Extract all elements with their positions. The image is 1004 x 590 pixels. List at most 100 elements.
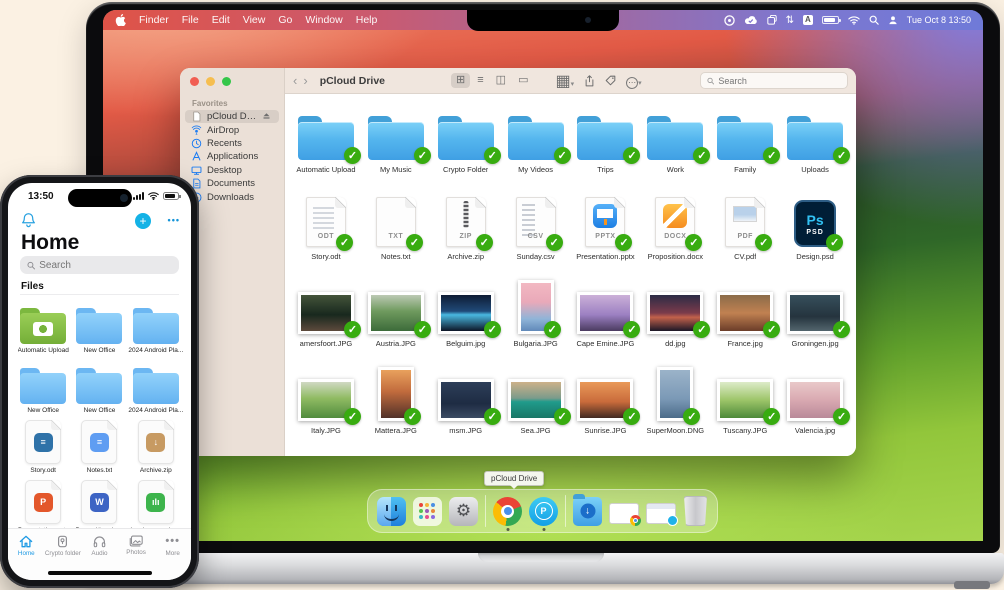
finder-item[interactable]: ✓ Tuscany.JPG <box>710 365 780 452</box>
finder-item[interactable]: ODT ✓ Story.odt <box>291 191 361 278</box>
updown-arrows-icon[interactable]: ⇅ <box>786 15 794 26</box>
finder-item[interactable]: ✓ amersfoort.JPG <box>291 278 361 365</box>
finder-item[interactable]: ✓ msm.JPG <box>431 365 501 452</box>
finder-item[interactable]: CSV ✓ Sunday.csv <box>501 191 571 278</box>
more-actions-button[interactable]: ⋯▾ <box>626 72 642 90</box>
menu-item[interactable]: Window <box>305 14 342 26</box>
finder-item[interactable]: ✓ France.jpg <box>710 278 780 365</box>
phone-file-item[interactable]: New Office <box>15 357 71 417</box>
phone-file-item[interactable]: New Office <box>71 357 127 417</box>
spotlight-search-icon[interactable] <box>869 15 879 25</box>
tab-home[interactable]: Home <box>8 529 45 580</box>
home-indicator[interactable] <box>48 571 152 575</box>
search-input[interactable] <box>718 76 841 86</box>
phone-file-item[interactable]: 2024 Android Pla... <box>128 357 184 417</box>
tags-button[interactable] <box>605 75 616 86</box>
finder-item[interactable]: ✓ Bulgaria.JPG <box>501 278 571 365</box>
eject-icon[interactable] <box>262 111 273 122</box>
sidebar-item-downloads[interactable]: Downloads <box>185 190 279 203</box>
menu-item[interactable]: View <box>243 14 266 26</box>
add-button[interactable]: + <box>135 213 151 229</box>
menu-item[interactable]: Go <box>278 14 292 26</box>
dock-settings-icon[interactable]: ⚙ <box>449 497 478 526</box>
group-by-button[interactable]: ▦▾ <box>555 71 574 91</box>
icon-view-button[interactable]: ⊞ <box>451 73 470 88</box>
tab-more[interactable]: ••• More <box>154 529 191 580</box>
sidebar-item-desktop[interactable]: Desktop <box>185 164 279 177</box>
phone-file-item[interactable]: 2024 Android Pla... <box>128 297 184 357</box>
finder-item[interactable]: ✓ Belguim.jpg <box>431 278 501 365</box>
sidebar-item-pcloud-drive[interactable]: pCloud Drive <box>185 110 279 123</box>
finder-item[interactable]: ✓ dd.jpg <box>640 278 710 365</box>
finder-item[interactable]: ✓ SuperMoon.DNG <box>640 365 710 452</box>
finder-search-field[interactable] <box>700 72 848 89</box>
finder-item[interactable]: TXT ✓ Notes.txt <box>361 191 431 278</box>
battery-icon[interactable] <box>822 16 839 24</box>
sidebar-item-recents[interactable]: Recents <box>185 137 279 150</box>
gallery-view-button[interactable]: ▭ <box>513 73 533 88</box>
phone-search-field[interactable] <box>20 256 179 274</box>
wifi-icon[interactable] <box>848 16 860 25</box>
dock-downloads-folder-icon[interactable] <box>573 497 602 526</box>
finder-item[interactable]: ✓ Trips <box>571 104 641 191</box>
menu-item[interactable]: Finder <box>139 14 169 26</box>
pcloud-menu-icon[interactable] <box>724 15 735 26</box>
finder-item[interactable]: DOCX ✓ Proposition.docx <box>640 191 710 278</box>
share-button[interactable] <box>584 75 595 87</box>
phone-file-item[interactable]: Automatic Upload <box>15 297 71 357</box>
finder-item[interactable]: ✓ Austria.JPG <box>361 278 431 365</box>
menu-item[interactable]: Help <box>356 14 378 26</box>
column-view-button[interactable]: ◫ <box>491 73 511 88</box>
phone-file-item[interactable]: New Office <box>71 297 127 357</box>
dock-launchpad-icon[interactable] <box>413 497 442 526</box>
apple-logo-icon[interactable] <box>115 14 126 26</box>
finder-item[interactable]: PPTX ✓ Presentation.pptx <box>571 191 641 278</box>
close-button[interactable] <box>190 77 199 86</box>
sidebar-item-applications[interactable]: Applications <box>185 150 279 163</box>
finder-item[interactable]: PDF ✓ CV.pdf <box>710 191 780 278</box>
finder-item[interactable]: ✓ Sunrise.JPG <box>571 365 641 452</box>
phone-file-item[interactable]: ↓ Archive.zip <box>128 417 184 477</box>
finder-item[interactable]: ✓ Cape Emine.JPG <box>571 278 641 365</box>
finder-item[interactable]: ✓ My Videos <box>501 104 571 191</box>
finder-item[interactable]: ✓ Crypto Folder <box>431 104 501 191</box>
finder-item[interactable]: ✓ Valencia.jpg <box>780 365 850 452</box>
cloud-sync-icon[interactable] <box>744 15 758 25</box>
dock-finder-icon[interactable] <box>377 497 406 526</box>
finder-item[interactable]: ✓ My Music <box>361 104 431 191</box>
clipboard-icon[interactable] <box>767 15 777 25</box>
finder-item[interactable]: ✓ Uploads <box>780 104 850 191</box>
input-source-icon[interactable]: A <box>803 15 813 25</box>
finder-item[interactable]: ✓ Italy.JPG <box>291 365 361 452</box>
finder-item[interactable]: ✓ Mattera.JPG <box>361 365 431 452</box>
more-options-button[interactable]: ••• <box>168 215 180 225</box>
sidebar-item-documents[interactable]: Documents <box>185 177 279 190</box>
phone-file-item[interactable]: ≡ Story.odt <box>15 417 71 477</box>
sidebar-item-airdrop[interactable]: AirDrop <box>185 123 279 136</box>
phone-search-input[interactable] <box>39 260 172 271</box>
menu-item[interactable]: Edit <box>212 14 230 26</box>
notifications-bell-icon[interactable] <box>21 212 36 228</box>
finder-item[interactable]: ✓ Sea.JPG <box>501 365 571 452</box>
finder-item[interactable]: ZIP ✓ Archive.zip <box>431 191 501 278</box>
dock-minimized-window-chrome[interactable] <box>609 503 639 524</box>
back-button[interactable]: ‹ <box>293 74 297 87</box>
finder-item[interactable]: ✓ Groningen.jpg <box>780 278 850 365</box>
finder-item[interactable]: ✓ Family <box>710 104 780 191</box>
menu-clock[interactable]: Tue Oct 8 13:50 <box>907 15 971 25</box>
zoom-button[interactable] <box>222 77 231 86</box>
finder-item[interactable]: ✓ Automatic Upload <box>291 104 361 191</box>
finder-item[interactable]: Ps PSD ✓ Design.psd <box>780 191 850 278</box>
user-switch-icon[interactable] <box>888 15 898 25</box>
menu-item[interactable]: File <box>182 14 199 26</box>
dock-chrome-icon[interactable] <box>493 497 522 526</box>
dock-minimized-window-pcloud[interactable] <box>646 503 676 524</box>
forward-button[interactable]: › <box>303 74 307 87</box>
finder-item[interactable]: ✓ Work <box>640 104 710 191</box>
dock-pcloud-icon[interactable] <box>529 497 558 526</box>
list-view-button[interactable]: ≡ <box>472 73 488 88</box>
file-name: Sunday.csv <box>516 252 554 261</box>
minimize-button[interactable] <box>206 77 215 86</box>
phone-file-item[interactable]: ≡ Notes.txt <box>71 417 127 477</box>
dock-trash-icon[interactable] <box>683 496 708 526</box>
